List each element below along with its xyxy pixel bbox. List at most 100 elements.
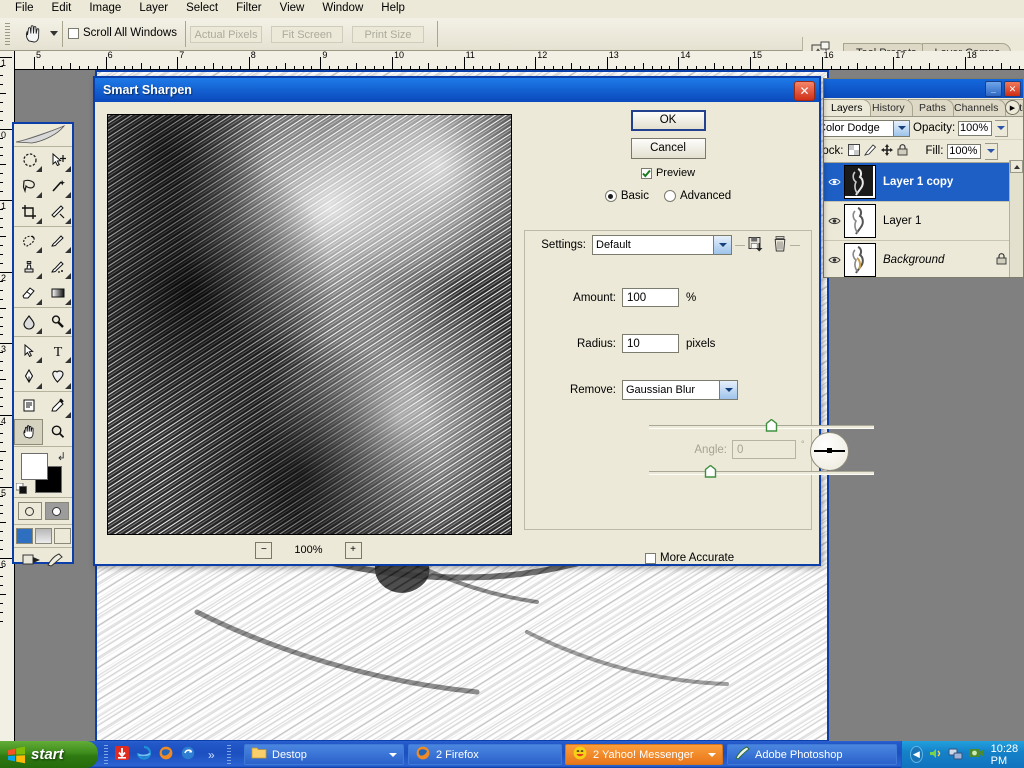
- actual-pixels-button[interactable]: Actual Pixels: [190, 26, 262, 43]
- fill-stepper[interactable]: [985, 142, 999, 160]
- palette-tab-paths[interactable]: Paths: [908, 99, 954, 116]
- menu-item-file[interactable]: File: [6, 0, 43, 16]
- layer-visibility-icon[interactable]: [824, 177, 844, 187]
- angle-input[interactable]: 0: [732, 440, 796, 459]
- tool-healing-brush[interactable]: [14, 228, 43, 254]
- jump-to-imageready-icon[interactable]: [22, 552, 42, 571]
- more-accurate-box[interactable]: [645, 552, 656, 564]
- lock-position-icon[interactable]: [880, 143, 893, 159]
- tool-marquee-elliptical[interactable]: [14, 147, 43, 173]
- webcam-icon[interactable]: [968, 746, 984, 763]
- taskbar-item-destop[interactable]: Destop: [244, 744, 404, 765]
- tool-crop-tool[interactable]: [14, 199, 43, 225]
- tool-eraser-tool[interactable]: [14, 280, 43, 306]
- show-hidden-icons-arrow[interactable]: ◀: [910, 746, 923, 763]
- tool-flyout-triangle[interactable]: [36, 357, 42, 363]
- tool-flyout-triangle[interactable]: [36, 192, 42, 198]
- fit-screen-button[interactable]: Fit Screen: [271, 26, 343, 43]
- chevron-down-icon[interactable]: [708, 752, 716, 757]
- layer-thumbnail[interactable]: [844, 243, 876, 277]
- tool-slice-tool[interactable]: [43, 199, 72, 225]
- tool-blur-tool[interactable]: [14, 309, 43, 335]
- tool-flyout-triangle[interactable]: [65, 383, 71, 389]
- layer-row[interactable]: Layer 1: [824, 202, 1023, 241]
- network-icon[interactable]: [948, 746, 963, 764]
- tool-type-tool[interactable]: T: [43, 338, 72, 364]
- tool-clone-stamp[interactable]: [14, 254, 43, 280]
- advanced-radio-dot[interactable]: [663, 190, 676, 202]
- close-icon[interactable]: ✕: [794, 81, 815, 101]
- scroll-all-windows-box[interactable]: [68, 27, 79, 39]
- tool-flyout-triangle[interactable]: [36, 218, 42, 224]
- opacity-stepper[interactable]: [995, 119, 1009, 137]
- options-bar-grip[interactable]: [5, 23, 10, 45]
- imageready-icon[interactable]: [46, 552, 64, 571]
- blend-mode-select[interactable]: Color Dodge: [824, 119, 910, 137]
- swap-colors-icon[interactable]: ↲: [57, 450, 66, 463]
- angle-dial[interactable]: [810, 432, 849, 471]
- layers-palette-titlebar[interactable]: _ ✕: [824, 79, 1023, 98]
- tool-move-tool[interactable]: [43, 147, 72, 173]
- full-screen-menubar-mode[interactable]: [34, 528, 52, 544]
- chevron-down-icon[interactable]: [389, 752, 397, 757]
- standard-mode-button[interactable]: [17, 502, 42, 520]
- mode-advanced-radio[interactable]: Advanced: [663, 190, 731, 202]
- internet-explorer-icon[interactable]: [136, 745, 152, 764]
- menu-item-image[interactable]: Image: [80, 0, 130, 16]
- menu-item-window[interactable]: Window: [313, 0, 372, 16]
- tool-flyout-triangle[interactable]: [36, 383, 42, 389]
- scroll-up-button[interactable]: [1010, 160, 1023, 173]
- tool-history-brush[interactable]: [43, 254, 72, 280]
- tool-flyout-triangle[interactable]: [65, 166, 71, 172]
- chevron-down-icon[interactable]: [893, 120, 909, 136]
- tool-flyout-triangle[interactable]: [65, 218, 71, 224]
- menu-item-filter[interactable]: Filter: [227, 0, 271, 16]
- fill-input[interactable]: 100%: [947, 143, 982, 159]
- tool-flyout-triangle[interactable]: [65, 247, 71, 253]
- zoom-out-button[interactable]: −: [255, 541, 273, 559]
- layer-visibility-icon[interactable]: [824, 255, 844, 265]
- volume-icon[interactable]: [928, 746, 943, 764]
- tool-flyout-triangle[interactable]: [65, 192, 71, 198]
- menu-item-help[interactable]: Help: [372, 0, 414, 16]
- tool-flyout-triangle[interactable]: [36, 247, 42, 253]
- default-colors-icon[interactable]: [15, 482, 27, 494]
- foreground-color-swatch[interactable]: [21, 453, 48, 480]
- quick-mask-mode-button[interactable]: [44, 502, 69, 520]
- palette-menu-icon[interactable]: ▶: [1005, 100, 1020, 115]
- taskbar-clock[interactable]: 10:28 PM: [991, 743, 1024, 767]
- start-button[interactable]: start: [0, 741, 98, 768]
- tool-flyout-triangle[interactable]: [65, 412, 71, 418]
- mode-basic-radio[interactable]: Basic: [604, 190, 649, 202]
- lock-transparency-icon[interactable]: [847, 143, 860, 159]
- taskbar-divider-grip[interactable]: [226, 745, 231, 764]
- close-button[interactable]: ✕: [1004, 81, 1021, 97]
- dialog-titlebar[interactable]: Smart Sharpen ✕: [95, 78, 819, 102]
- tool-hand-tool[interactable]: [14, 419, 43, 445]
- full-screen-mode[interactable]: [53, 528, 71, 544]
- tool-pen-tool[interactable]: [14, 364, 43, 390]
- tool-notes-tool[interactable]: [14, 393, 43, 419]
- tool-path-selection[interactable]: [14, 338, 43, 364]
- print-size-button[interactable]: Print Size: [352, 26, 424, 43]
- toolbox-header[interactable]: [14, 124, 72, 147]
- tool-gradient-tool[interactable]: [43, 280, 72, 306]
- layer-thumbnail[interactable]: [844, 165, 876, 199]
- taskbar-item-2-yahoo-messenger[interactable]: 2 Yahoo! Messenger: [565, 744, 723, 765]
- layer-row[interactable]: Layer 1 copy: [824, 163, 1023, 202]
- minimize-button[interactable]: _: [985, 81, 1002, 97]
- tool-flyout-triangle[interactable]: [65, 299, 71, 305]
- quick-launch-overflow[interactable]: »: [208, 748, 215, 762]
- tool-lasso-tool[interactable]: [14, 173, 43, 199]
- preview-checkbox-box[interactable]: [640, 167, 652, 179]
- tool-flyout-triangle[interactable]: [65, 273, 71, 279]
- horizontal-ruler[interactable]: 5 6 7 8 9 10 11 12 13 14 15 16 17 18: [14, 51, 1024, 70]
- taskbar-item-2-firefox[interactable]: 2 Firefox: [408, 744, 562, 765]
- remove-select[interactable]: Gaussian Blur: [622, 380, 738, 400]
- tool-flyout-triangle[interactable]: [36, 166, 42, 172]
- menu-item-layer[interactable]: Layer: [130, 0, 177, 16]
- media-player-icon[interactable]: [180, 745, 196, 764]
- cancel-button[interactable]: Cancel: [630, 138, 706, 159]
- more-accurate-checkbox[interactable]: More Accurate: [645, 552, 734, 564]
- basic-radio-dot[interactable]: [604, 190, 617, 202]
